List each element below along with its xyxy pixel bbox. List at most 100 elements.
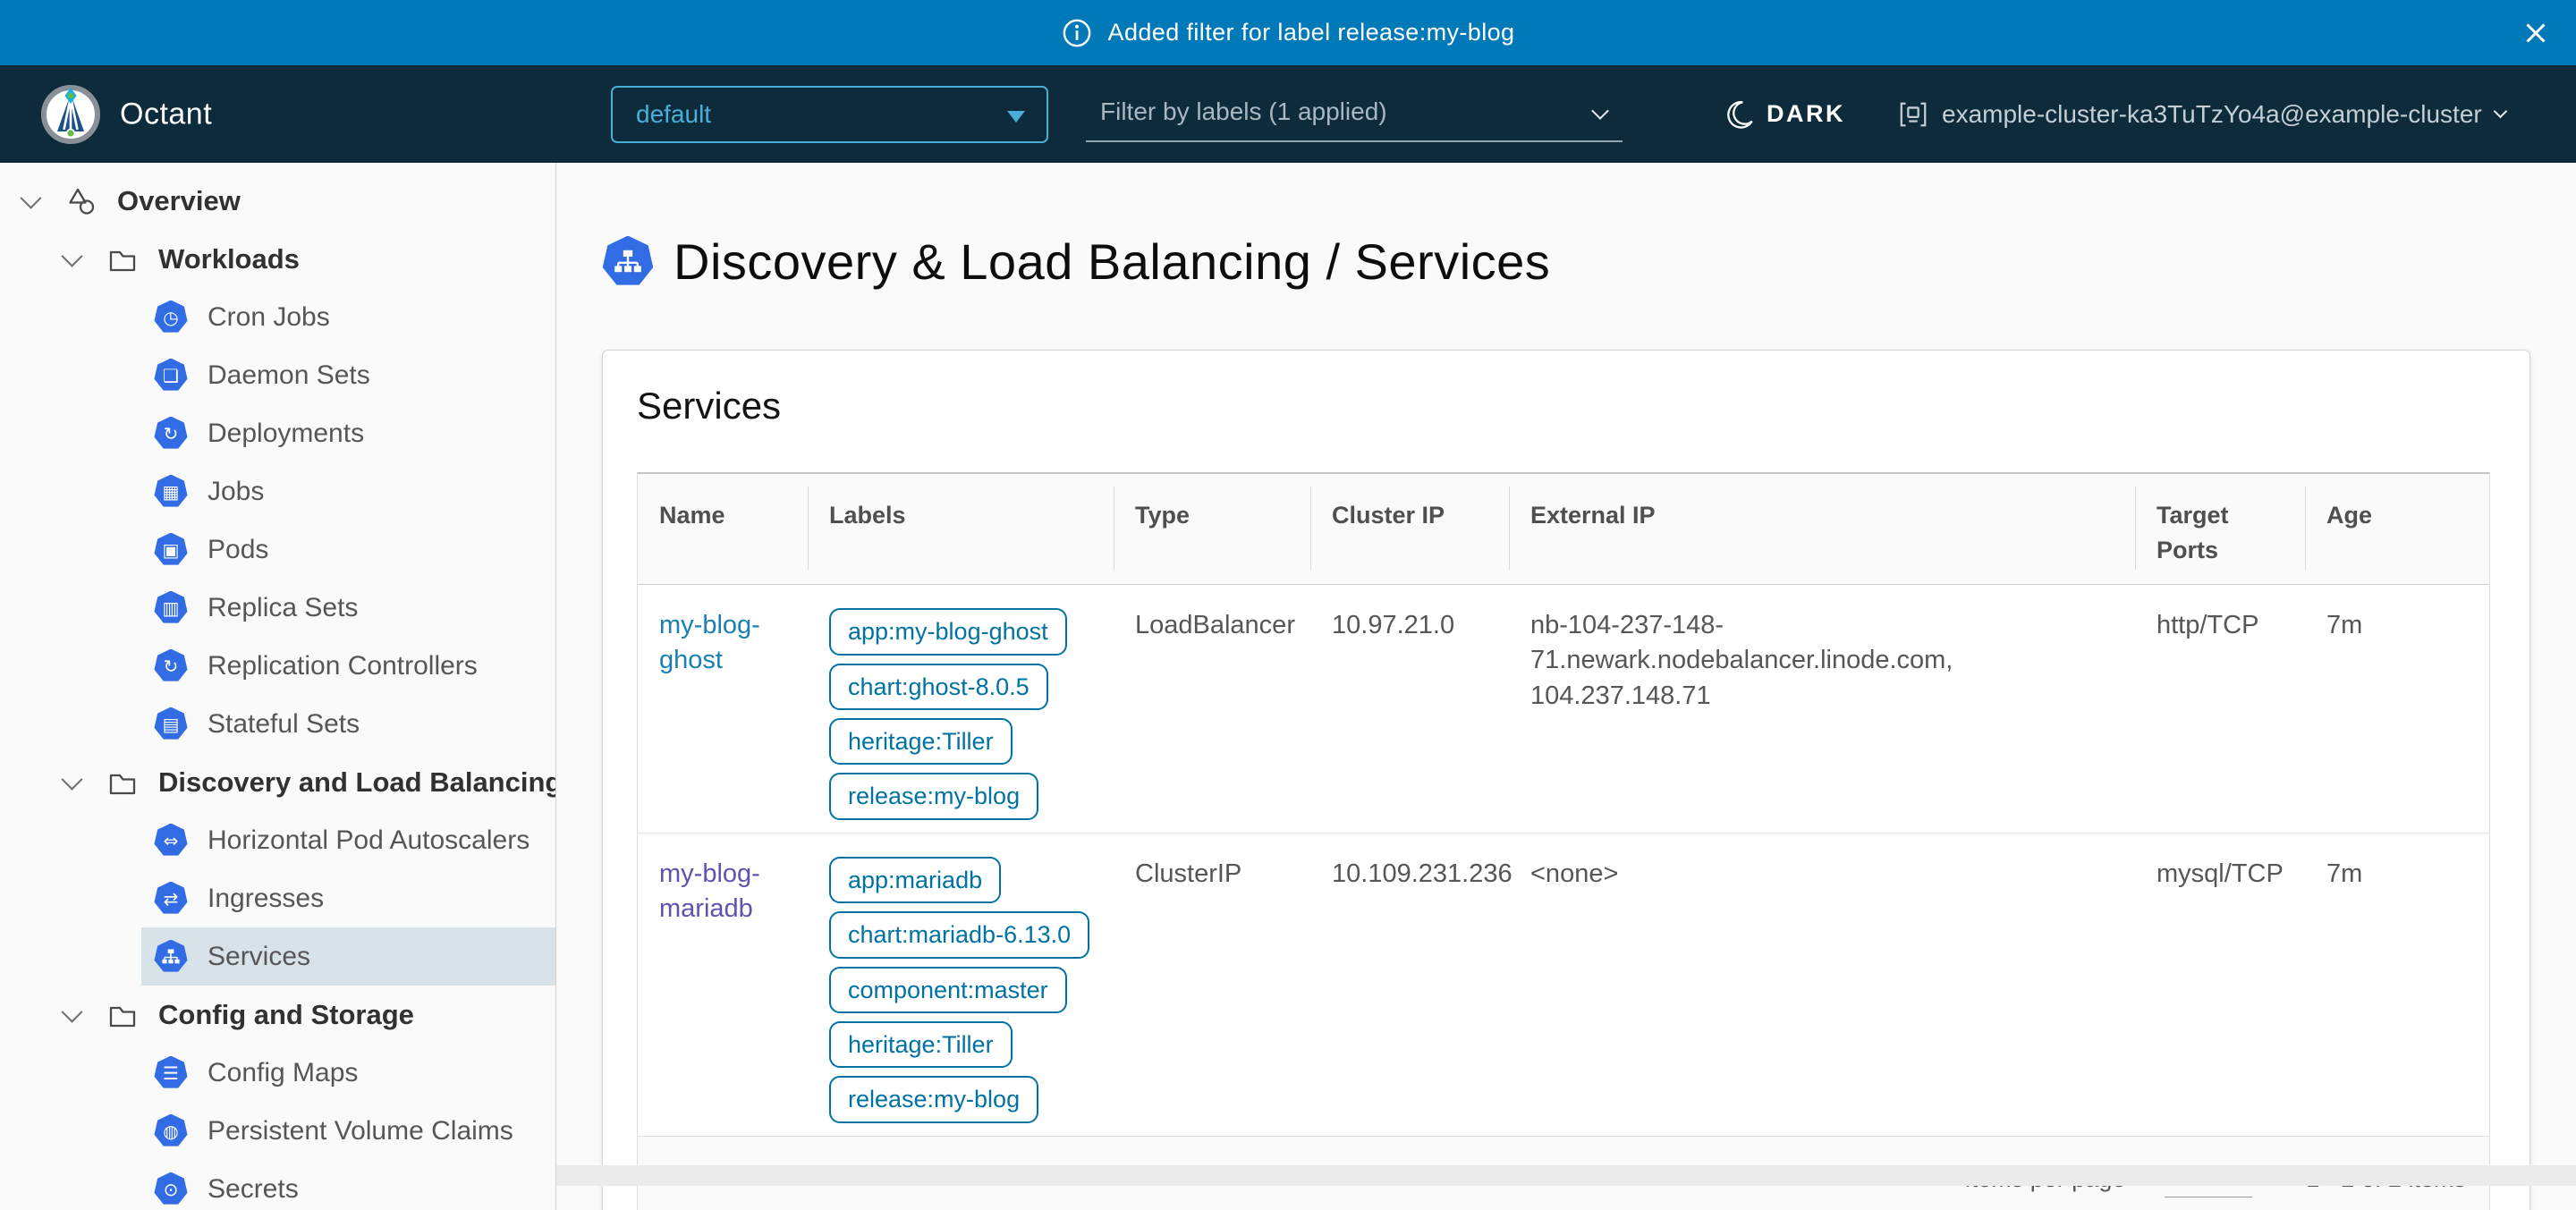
label-pill[interactable]: chart:ghost-8.0.5 <box>829 664 1048 710</box>
persistent-volume-claims-icon: ◍ <box>154 1114 188 1148</box>
sidebar-item-overview[interactable]: Overview <box>0 172 555 230</box>
folder-icon <box>106 243 139 275</box>
column-header-cluster-ip: Cluster IP <box>1310 474 1509 584</box>
ingresses-icon: ⇄ <box>154 882 188 916</box>
sidebar-item-replica-sets[interactable]: ▥Replica Sets <box>0 579 555 637</box>
daemon-sets-icon: ❏ <box>154 359 188 393</box>
cron-jobs-icon: ◷ <box>154 300 188 334</box>
table-row-my-blog-ghost: my-blog-ghost app:my-blog-ghost chart:ghos… <box>638 585 2489 833</box>
sidebar-item-label: Discovery and Load Balancing <box>158 766 556 799</box>
chevron-down-icon <box>2493 105 2507 119</box>
cell-labels: app:my-blog-ghost chart:ghost-8.0.5 herita… <box>808 585 1114 833</box>
cell-cluster-ip: 10.109.231.236 <box>1310 833 1509 1136</box>
label-pill[interactable]: component:master <box>829 967 1067 1013</box>
persistent-volume-claims-icon: ◍ <box>154 1114 188 1148</box>
label-pill[interactable]: app:mariadb <box>829 857 1001 903</box>
sidebar-item-label: Persistent Volume Claims <box>208 1116 513 1147</box>
sidebar-item-label: Stateful Sets <box>208 709 360 740</box>
service-name-link[interactable]: my-blog-ghost <box>659 608 792 678</box>
alert-message: Added filter for label release:my-blog <box>1108 19 1515 47</box>
page-title: Discovery & Load Balancing / Services <box>602 233 2576 291</box>
sidebar-item-persistent-volume-claims[interactable]: ◍ Persistent Volume Claims <box>0 1102 555 1160</box>
app-header: Octant default DARK example-cluster-ka3T… <box>0 65 2576 163</box>
namespace-select[interactable]: default <box>611 86 1048 143</box>
cell-name: my-blog-ghost <box>638 585 808 833</box>
sidebar-item-label: Horizontal Pod Autoscalers <box>208 825 530 856</box>
info-icon <box>1062 18 1092 48</box>
cell-cluster-ip: 10.97.21.0 <box>1310 585 1509 833</box>
sidebar-item-horizontal-pod-autoscalers[interactable]: ⇔ Horizontal Pod Autoscalers <box>0 811 555 869</box>
services-icon <box>602 236 654 288</box>
sidebar-item-label: Deployments <box>208 419 364 449</box>
sidebar-item-services[interactable]: Services <box>0 927 555 986</box>
horizontal-pod-autoscalers-icon: ⇔ <box>154 824 188 858</box>
sidebar-item-label: Overview <box>117 185 241 217</box>
sidebar-item-label: Services <box>208 942 310 972</box>
app-body: Overview Workloads ◷ Cron Jobs ❏ Daemon Sets ↻… <box>0 163 2576 1210</box>
jobs-icon: ▦ <box>154 475 188 509</box>
label-pill[interactable]: release:my-blog <box>829 773 1038 819</box>
sidebar-item-deployments[interactable]: ↻ Deployments <box>0 404 555 462</box>
folder-icon <box>106 999 139 1031</box>
sidebar-nav: Overview Workloads ◷ Cron Jobs ❏ Daemon Sets ↻… <box>0 163 556 1210</box>
label-filter-input[interactable] <box>1086 97 1623 142</box>
namespace-value: default <box>636 100 711 129</box>
theme-toggle-button[interactable]: DARK <box>1724 65 1845 163</box>
cell-external-ip: nb-104-237-148-71.newark.nodebalancer.li… <box>1509 585 2135 833</box>
label-pill[interactable]: heritage:Tiller <box>829 718 1013 765</box>
sidebar-item-jobs[interactable]: ▦ Jobs <box>0 462 555 520</box>
chevron-down-icon[interactable] <box>61 246 82 267</box>
caret-down-icon <box>1007 111 1025 123</box>
config-maps-icon: ☰ <box>154 1056 188 1090</box>
sidebar-item-label: Jobs <box>208 477 264 507</box>
services-icon <box>154 940 188 974</box>
deployments-icon: ↻ <box>154 417 188 451</box>
label-pill[interactable]: chart:mariadb-6.13.0 <box>829 911 1089 958</box>
replica-sets-icon: ▥ <box>154 591 188 625</box>
sidebar-item-ingresses[interactable]: ⇄Ingresses <box>0 869 555 927</box>
cluster-selector[interactable]: example-cluster-ka3TuTzYo4a@example-clus… <box>1898 65 2505 163</box>
sidebar-item-label: Config Maps <box>208 1058 358 1088</box>
card-heading: Services <box>637 385 2490 427</box>
label-pill[interactable]: app:my-blog-ghost <box>829 608 1067 655</box>
sidebar-item-config-and-storage[interactable]: Config and Storage <box>0 986 555 1044</box>
sidebar-item-pods[interactable]: ▣Pods <box>0 520 555 579</box>
column-header-age: Age <box>2305 474 2489 584</box>
cell-target-ports: http/TCP <box>2135 585 2305 833</box>
sidebar-item-cron-jobs[interactable]: ◷ Cron Jobs <box>0 288 555 346</box>
services-icon <box>154 940 188 974</box>
cell-external-ip: <none> <box>1509 833 2135 1136</box>
sidebar-item-replication-controllers[interactable]: ↻ Replication Controllers <box>0 637 555 695</box>
sidebar-item-stateful-sets[interactable]: ▤ Stateful Sets <box>0 695 555 753</box>
secrets-icon: ⊙ <box>154 1172 188 1206</box>
sidebar-item-workloads[interactable]: Workloads <box>0 230 555 288</box>
octant-app: Added filter for label release:my-blog O… <box>0 0 2576 1210</box>
label-pill[interactable]: heritage:Tiller <box>829 1021 1013 1068</box>
sidebar-item-label: Daemon Sets <box>208 360 370 391</box>
replication-controllers-icon: ↻ <box>154 649 188 683</box>
deployments-icon: ↻ <box>154 417 188 451</box>
page-title-text: Discovery & Load Balancing / Services <box>674 233 1550 291</box>
close-icon[interactable] <box>2519 16 2553 50</box>
sidebar-item-label: Secrets <box>208 1174 299 1205</box>
label-pill[interactable]: release:my-blog <box>829 1076 1038 1122</box>
horizontal-scrollbar-track[interactable] <box>556 1165 2576 1186</box>
chevron-down-icon[interactable] <box>61 769 82 791</box>
main-content: Discovery & Load Balancing / Services Se… <box>556 163 2576 1210</box>
chevron-down-icon[interactable] <box>61 1002 82 1023</box>
column-header-labels: Labels <box>808 474 1114 584</box>
sidebar-item-label: Replication Controllers <box>208 651 478 681</box>
sidebar-item-daemon-sets[interactable]: ❏ Daemon Sets <box>0 346 555 404</box>
alert-banner: Added filter for label release:my-blog <box>0 0 2576 65</box>
sidebar-item-config-maps[interactable]: ☰ Config Maps <box>0 1044 555 1102</box>
stateful-sets-icon: ▤ <box>154 707 188 741</box>
sidebar-item-label: Cron Jobs <box>208 302 330 333</box>
service-name-link[interactable]: my-blog-mariadb <box>659 857 792 927</box>
sidebar-item-label: Workloads <box>158 243 300 275</box>
sidebar-item-discovery-and-load-balancing[interactable]: Discovery and Load Balancing <box>0 753 555 811</box>
moon-icon <box>1724 99 1755 130</box>
sidebar-item-secrets[interactable]: ⊙ Secrets <box>0 1160 555 1210</box>
chevron-down-icon[interactable] <box>20 188 41 209</box>
folder-icon <box>106 766 139 799</box>
column-header-type: Type <box>1114 474 1310 584</box>
